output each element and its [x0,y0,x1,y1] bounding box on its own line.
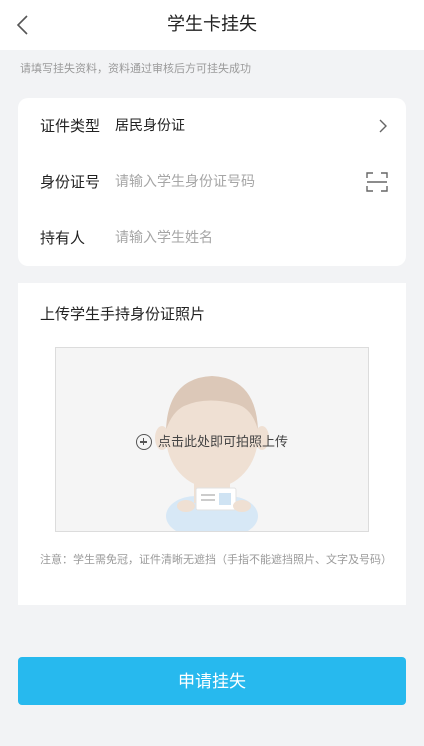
id-type-label: 证件类型 [40,117,101,135]
upload-card: 上传学生手持身份证照片 点击此处即可拍照上传 注意：学生需免冠，证件清晰无遮挡（… [18,283,406,605]
upload-prompt-text: 点击此处即可拍照上传 [157,435,288,450]
upload-note: 注意：学生需免冠，证件清晰无遮挡（手指不能遮挡照片、文字及号码） [40,553,392,566]
scan-icon[interactable] [366,172,388,192]
holder-name-input[interactable] [115,228,355,248]
holder-label: 持有人 [40,229,86,247]
id-number-label: 身份证号 [40,173,101,191]
holder-row: 持有人 [18,210,406,266]
top-bar: 学生卡挂失 [0,0,424,50]
page-title: 学生卡挂失 [167,14,257,35]
hint-text: 请填写挂失资料，资料通过审核后方可挂失成功 [20,62,251,75]
upload-prompt[interactable]: 点击此处即可拍照上传 [56,431,368,450]
id-number-row: 身份证号 [18,154,406,210]
form-card: 证件类型 居民身份证 身份证号 持有人 [18,98,406,266]
chevron-right-icon [379,119,387,133]
id-type-row[interactable]: 证件类型 居民身份证 [18,98,406,154]
id-number-input[interactable] [115,172,355,192]
upload-title: 上传学生手持身份证照片 [40,305,206,323]
plus-circle-icon [135,434,152,450]
photo-upload-area[interactable]: 点击此处即可拍照上传 [55,347,369,532]
submit-report-loss-button[interactable]: 申请挂失 [18,657,406,705]
id-type-value: 居民身份证 [115,118,185,134]
